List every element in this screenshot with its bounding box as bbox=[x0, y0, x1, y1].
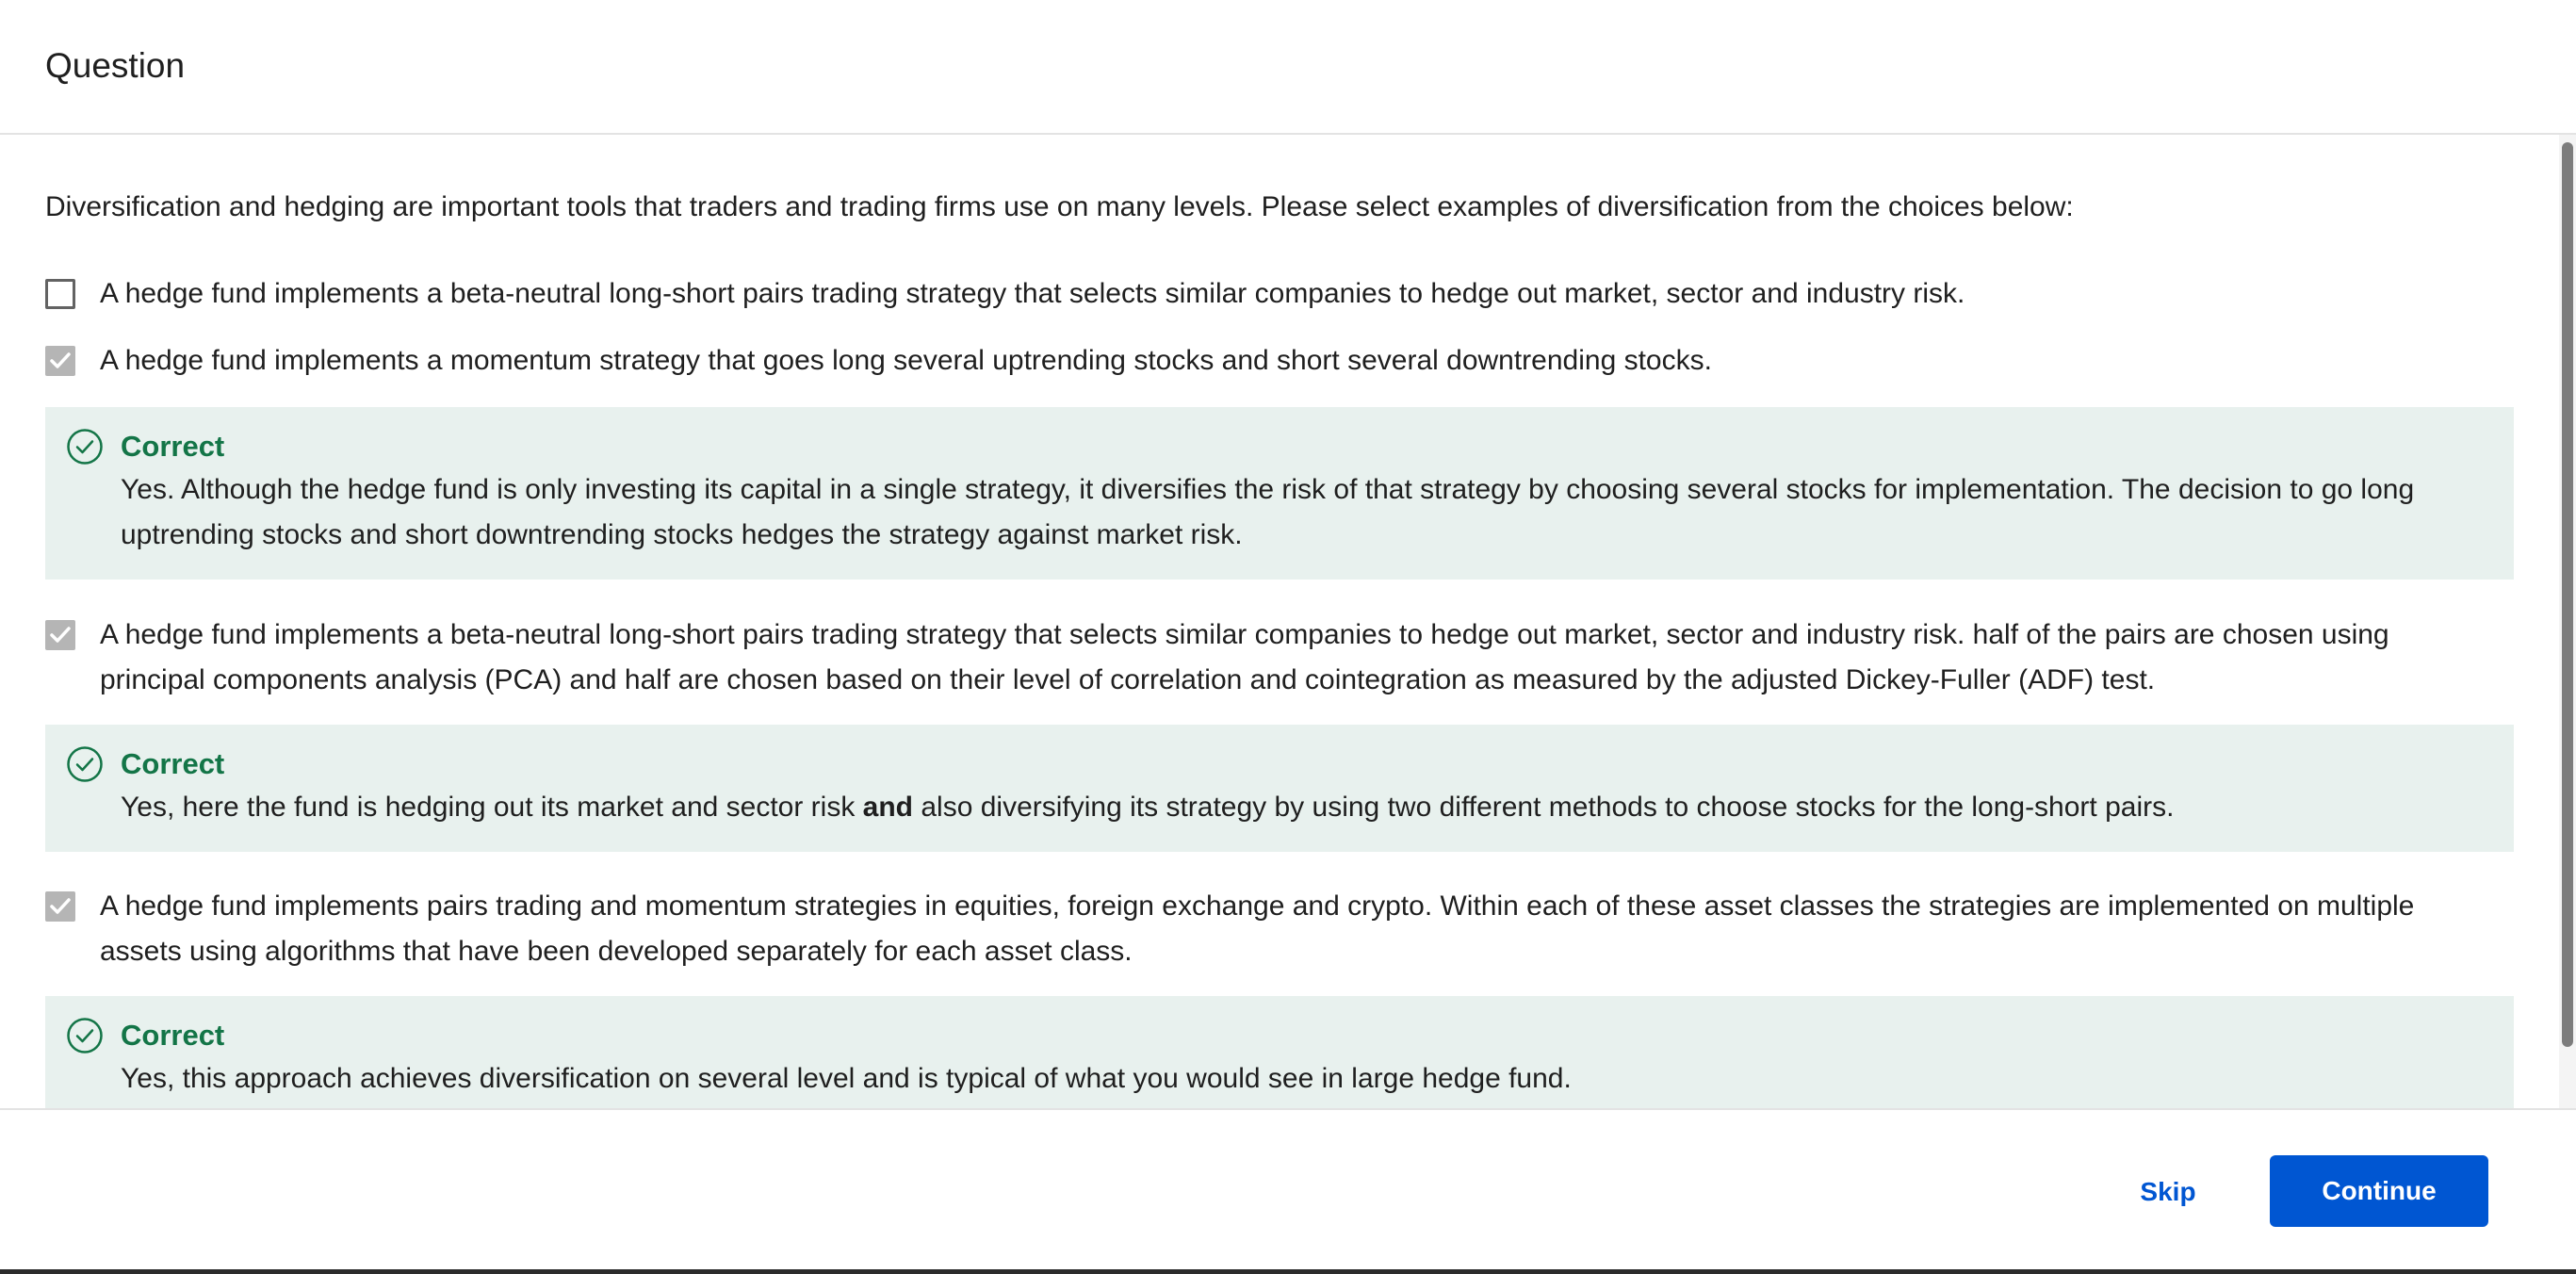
question-content: Diversification and hedging are importan… bbox=[0, 135, 2559, 1108]
feedback-text-part: Yes, here the fund is hedging out its ma… bbox=[121, 792, 863, 823]
check-circle-icon bbox=[67, 429, 103, 465]
feedback-text: Yes. Although the hedge fund is only inv… bbox=[121, 474, 2415, 550]
choice-label: A hedge fund implements a beta-neutral l… bbox=[100, 619, 2389, 695]
continue-button[interactable]: Continue bbox=[2270, 1155, 2488, 1227]
feedback-correct: Correct Yes, here the fund is hedging ou… bbox=[45, 725, 2514, 852]
check-circle-icon bbox=[67, 746, 103, 782]
modal-footer: Skip Continue bbox=[0, 1108, 2576, 1269]
choice-label: A hedge fund implements pairs trading an… bbox=[100, 890, 2415, 967]
question-modal: Question Diversification and hedging are… bbox=[0, 0, 2576, 1269]
scrollbar[interactable] bbox=[2559, 135, 2576, 1108]
choice-item[interactable]: A hedge fund implements pairs trading an… bbox=[45, 884, 2514, 974]
choice-checkbox[interactable] bbox=[45, 891, 75, 922]
choice-checkbox[interactable] bbox=[45, 346, 75, 376]
feedback-text-part: also diversifying its strategy by using … bbox=[913, 792, 2175, 823]
skip-button[interactable]: Skip bbox=[2107, 1157, 2229, 1227]
choice-item[interactable]: A hedge fund implements a beta-neutral l… bbox=[45, 612, 2514, 703]
page-title: Question bbox=[45, 46, 186, 85]
choice-label: A hedge fund implements a momentum strat… bbox=[100, 345, 1712, 376]
modal-header: Question bbox=[0, 0, 2576, 135]
checkmark-icon bbox=[50, 898, 71, 914]
scrollbar-thumb[interactable] bbox=[2562, 142, 2573, 1047]
choice-checkbox[interactable] bbox=[45, 279, 75, 309]
choice-item[interactable]: A hedge fund implements a momentum strat… bbox=[45, 338, 2514, 384]
question-prompt: Diversification and hedging are importan… bbox=[45, 191, 2074, 222]
choice-label: A hedge fund implements a beta-neutral l… bbox=[100, 278, 1965, 309]
feedback-title: Correct bbox=[121, 747, 225, 780]
choice-item[interactable]: A hedge fund implements a beta-neutral l… bbox=[45, 271, 2514, 317]
feedback-title: Correct bbox=[121, 430, 225, 463]
feedback-text-emphasis: and bbox=[862, 792, 914, 823]
feedback-title: Correct bbox=[121, 1019, 225, 1052]
feedback-correct: Correct Yes, this approach achieves dive… bbox=[45, 996, 2514, 1108]
checkmark-icon bbox=[50, 627, 71, 643]
feedback-text: Yes, this approach achieves diversificat… bbox=[121, 1063, 1572, 1094]
check-circle-icon bbox=[67, 1018, 103, 1054]
choice-checkbox[interactable] bbox=[45, 620, 75, 650]
feedback-text: Yes, here the fund is hedging out its ma… bbox=[121, 785, 2476, 830]
checkmark-icon bbox=[50, 352, 71, 368]
feedback-correct: Correct Yes. Although the hedge fund is … bbox=[45, 407, 2514, 580]
